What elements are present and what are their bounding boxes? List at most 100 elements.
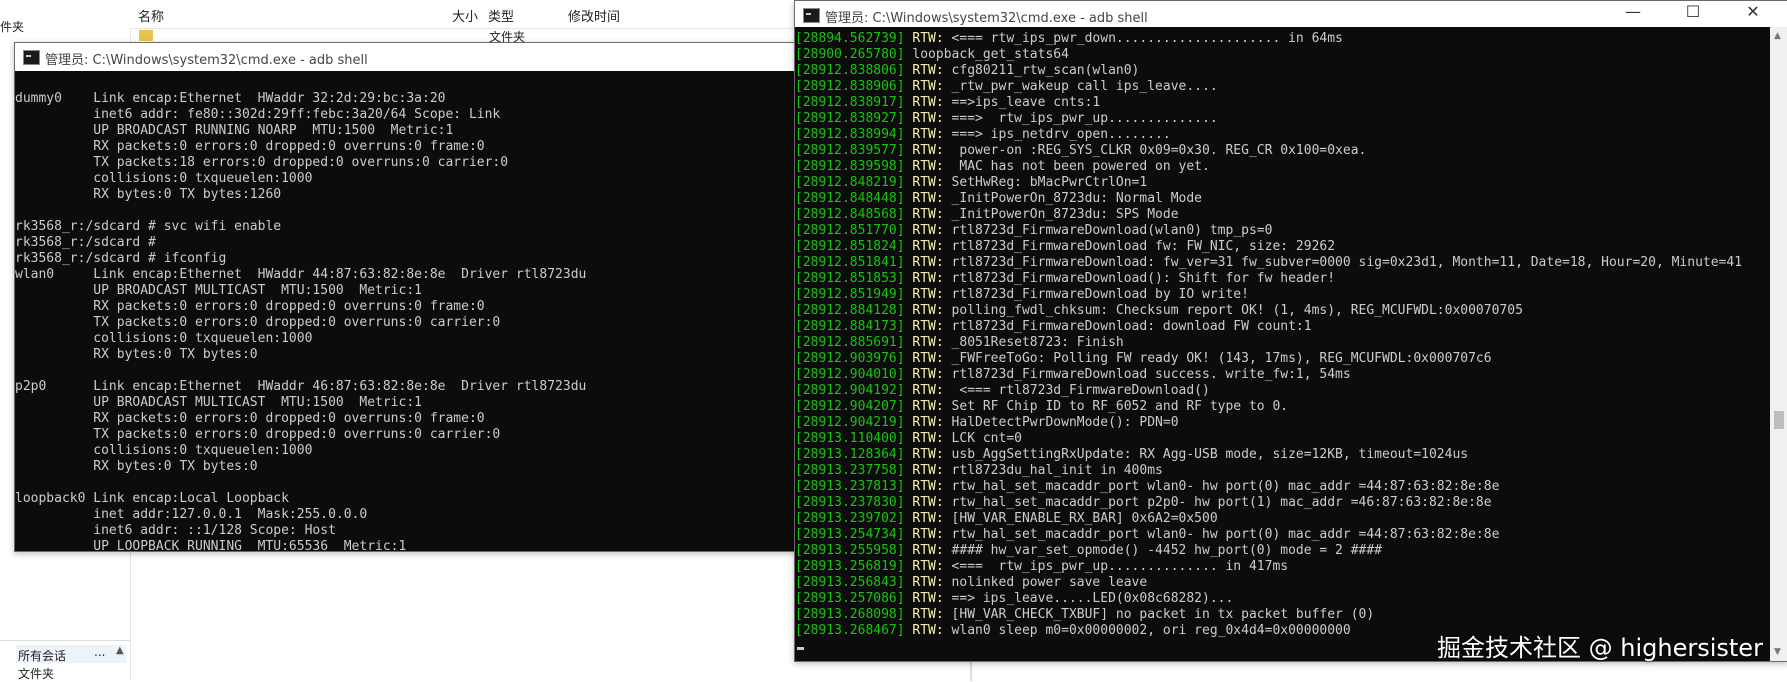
console-line: TX packets:18 errors:0 dropped:0 overrun… xyxy=(15,155,509,170)
console-line: TX packets:0 errors:0 dropped:0 overruns… xyxy=(15,315,501,330)
log-message: [HW_VAR_ENABLE_RX_BAR] 0x6A2=0x500 xyxy=(943,511,1218,526)
log-tag: RTW: xyxy=(912,207,944,222)
log-timestamp: [28913.268098] xyxy=(795,607,905,622)
console-output[interactable]: dummy0 Link encap:Ethernet HWaddr 32:2d:… xyxy=(15,71,795,551)
log-timestamp: [28913.110400] xyxy=(795,431,905,446)
log-timestamp: [28913.257086] xyxy=(795,591,905,606)
log-timestamp: [28913.256819] xyxy=(795,559,905,574)
console-output[interactable]: [28894.562739] RTW: <=== rtw_ips_pwr_dow… xyxy=(795,27,1770,661)
column-header-row: 名称 大小 类型 修改时间 xyxy=(130,0,800,29)
log-message: rtw_hal_set_macaddr_port wlan0- hw port(… xyxy=(943,527,1500,542)
cmd-icon xyxy=(23,50,40,65)
close-button[interactable]: ✕ xyxy=(1728,2,1778,21)
log-message: _8051Reset8723: Finish xyxy=(943,335,1124,350)
log-timestamp: [28913.255958] xyxy=(795,543,905,558)
log-tag: RTW: xyxy=(912,159,944,174)
log-message: rtl8723d_FirmwareDownload: download FW c… xyxy=(943,319,1312,334)
log-line: [28912.903976] RTW: _FWFreeToGo: Polling… xyxy=(795,351,1770,367)
scrollbar-thumb[interactable] xyxy=(1774,411,1784,429)
cmd-window-ifconfig[interactable]: 管理员: C:\Windows\system32\cmd.exe - adb s… xyxy=(14,42,796,552)
console-line: rk3568_r:/sdcard # ifconfig xyxy=(15,251,227,266)
console-line: UP LOOPBACK RUNNING MTU:65536 Metric:1 xyxy=(15,539,407,551)
vertical-scrollbar[interactable]: ▲ ▼ xyxy=(1770,27,1787,661)
log-timestamp: [28912.884128] xyxy=(795,303,905,318)
log-tag: RTW: xyxy=(912,623,944,638)
log-message: cfg80211_rtw_scan(wlan0) xyxy=(943,63,1140,78)
log-tag: RTW: xyxy=(912,495,944,510)
log-timestamp: [28912.838917] xyxy=(795,95,905,110)
log-timestamp: [28912.851853] xyxy=(795,271,905,286)
log-message: rtl8723d_FirmwareDownload: fw_ver=31 fw_… xyxy=(943,255,1743,270)
console-line: UP BROADCAST MULTICAST MTU:1500 Metric:1 xyxy=(15,395,422,410)
log-message: wlan0 sleep m0=0x00000002, ori reg_0x4d4… xyxy=(943,623,1351,638)
log-tag: RTW: xyxy=(912,223,944,238)
column-size-header[interactable]: 大小 xyxy=(452,6,478,25)
console-line: inet6 addr: fe80::302d:29ff:febc:3a20/64… xyxy=(15,107,501,122)
column-modified-header[interactable]: 修改时间 xyxy=(568,6,620,25)
log-timestamp: [28913.268467] xyxy=(795,623,905,638)
log-tag: RTW: xyxy=(912,143,944,158)
cmd-window-titlebar[interactable]: 管理员: C:\Windows\system32\cmd.exe - adb s… xyxy=(15,43,795,71)
log-message: ==> ips_leave.....LED(0x08c68282)... xyxy=(943,591,1234,606)
log-line: [28912.904010] RTW: rtl8723d_FirmwareDow… xyxy=(795,367,1770,383)
scroll-up-icon[interactable]: ▲ xyxy=(1774,31,1781,41)
text-cursor xyxy=(797,647,804,650)
log-line: [28913.128364] RTW: usb_AggSettingRxUpda… xyxy=(795,447,1770,463)
log-message: rtl8723d_FirmwareDownload(wlan0) tmp_ps=… xyxy=(943,223,1273,238)
console-line: rk3568_r:/sdcard # xyxy=(15,235,156,250)
log-tag: RTW: xyxy=(912,463,944,478)
log-message: <=== rtw_ips_pwr_up.............. in 417… xyxy=(943,559,1289,574)
column-type-header[interactable]: 类型 xyxy=(488,6,514,25)
log-line: [28913.237813] RTW: rtw_hal_set_macaddr_… xyxy=(795,479,1770,495)
log-tag: RTW: xyxy=(912,607,944,622)
scroll-down-icon[interactable]: ▼ xyxy=(1774,647,1781,657)
column-name-header[interactable]: 名称 xyxy=(138,6,164,25)
maximize-button[interactable]: ☐ xyxy=(1668,2,1718,21)
log-line: [28912.851824] RTW: rtl8723d_FirmwareDow… xyxy=(795,239,1770,255)
log-tag: RTW: xyxy=(912,255,944,270)
log-line: [28912.838906] RTW: _rtw_pwr_wakeup call… xyxy=(795,79,1770,95)
log-line: [28913.239702] RTW: [HW_VAR_ENABLE_RX_BA… xyxy=(795,511,1770,527)
log-timestamp: [28913.237758] xyxy=(795,463,905,478)
log-line: [28912.851770] RTW: rtl8723d_FirmwareDow… xyxy=(795,223,1770,239)
log-tag: RTW: xyxy=(912,79,944,94)
console-line: inet addr:127.0.0.1 Mask:255.0.0.0 xyxy=(15,507,368,522)
log-timestamp: [28912.839577] xyxy=(795,143,905,158)
log-tag: RTW: xyxy=(912,319,944,334)
log-tag: RTW: xyxy=(912,303,944,318)
log-timestamp: [28912.839598] xyxy=(795,159,905,174)
cmd-window-titlebar[interactable]: 管理员: C:\Windows\system32\cmd.exe - adb s… xyxy=(795,1,1787,27)
console-line: p2p0 Link encap:Ethernet HWaddr 46:87:63… xyxy=(15,379,587,394)
cmd-window-dmesg[interactable]: 管理员: C:\Windows\system32\cmd.exe - adb s… xyxy=(794,0,1787,662)
session-item-all[interactable]: 所有会话 xyxy=(16,645,126,663)
scroll-up-icon[interactable]: ▲ xyxy=(116,645,124,656)
log-line: [28912.884128] RTW: polling_fwdl_chksum:… xyxy=(795,303,1770,319)
console-line: loopback0 Link encap:Local Loopback xyxy=(15,491,289,506)
session-item-folder[interactable]: 文件夹 xyxy=(18,665,54,682)
log-message: MAC has not been powered on yet. xyxy=(943,159,1210,174)
log-timestamp: [28912.904192] xyxy=(795,383,905,398)
log-line: [28913.255958] RTW: #### hw_var_set_opmo… xyxy=(795,543,1770,559)
log-tag: RTW: xyxy=(912,543,944,558)
log-timestamp: [28913.256843] xyxy=(795,575,905,590)
log-line: [28913.268098] RTW: [HW_VAR_CHECK_TXBUF]… xyxy=(795,607,1770,623)
log-tag: RTW: xyxy=(912,559,944,574)
minimize-button[interactable]: — xyxy=(1608,2,1658,21)
log-line: [28912.848568] RTW: _InitPowerOn_8723du:… xyxy=(795,207,1770,223)
log-message: loopback_get_stats64 xyxy=(912,47,1069,62)
log-message: rtw_hal_set_macaddr_port wlan0- hw port(… xyxy=(943,479,1500,494)
log-line: [28912.885691] RTW: _8051Reset8723: Fini… xyxy=(795,335,1770,351)
log-timestamp: [28912.903976] xyxy=(795,351,905,366)
log-tag: RTW: xyxy=(912,447,944,462)
log-tag: RTW: xyxy=(912,31,944,46)
console-line: RX packets:0 errors:0 dropped:0 overruns… xyxy=(15,299,485,314)
log-line: [28913.237830] RTW: rtw_hal_set_macaddr_… xyxy=(795,495,1770,511)
log-tag: RTW: xyxy=(912,271,944,286)
nav-pane-label[interactable]: 件夹 xyxy=(0,18,24,35)
log-message: _InitPowerOn_8723du: Normal Mode xyxy=(943,191,1202,206)
log-timestamp: [28894.562739] xyxy=(795,31,905,46)
log-message: SetHwReg: bMacPwrCtrlOn=1 xyxy=(943,175,1148,190)
log-timestamp: [28912.851770] xyxy=(795,223,905,238)
more-button[interactable]: ... xyxy=(94,645,105,659)
log-message: rtl8723d_FirmwareDownload fw: FW_NIC, si… xyxy=(943,239,1336,254)
